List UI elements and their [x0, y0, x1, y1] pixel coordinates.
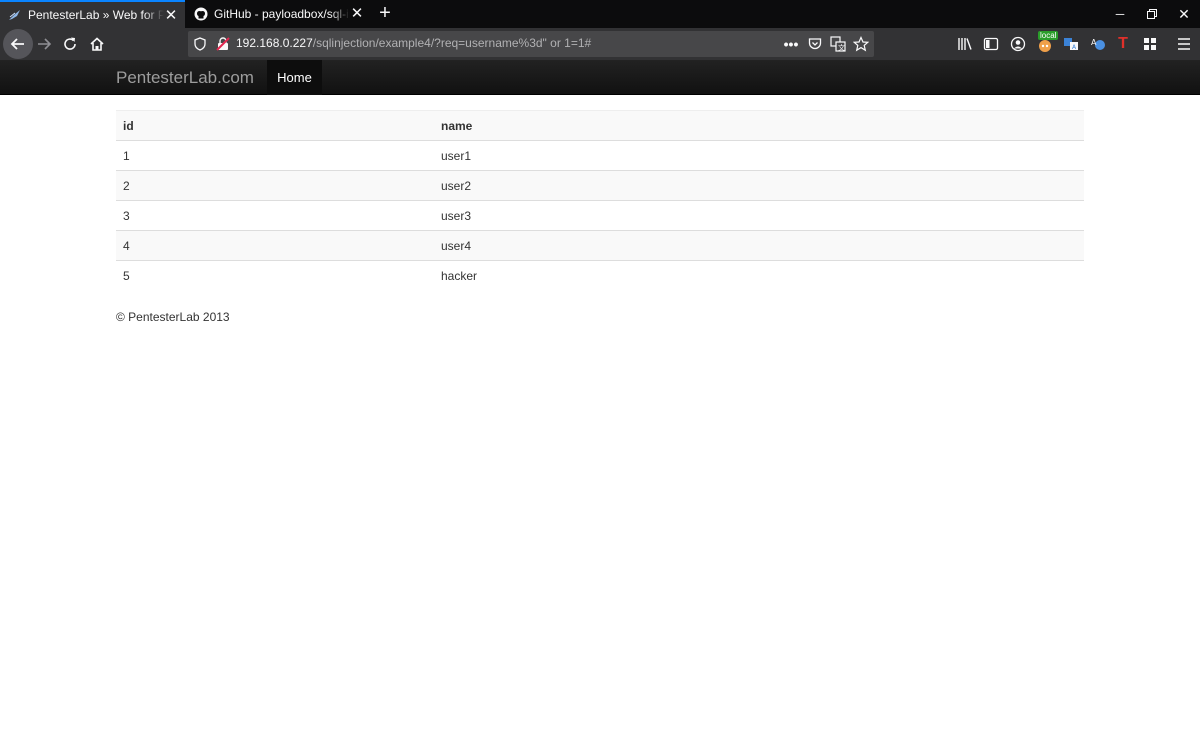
tab-pentesterlab[interactable]: PentesterLab » Web for Pentester ✕	[0, 0, 185, 28]
tab-title: GitHub - payloadbox/sql-injection-payloa…	[214, 7, 350, 21]
cell-name: user1	[434, 140, 1084, 171]
column-header-id: id	[116, 110, 434, 141]
site-brand[interactable]: PentesterLab.com	[116, 68, 254, 88]
cell-id: 5	[116, 260, 434, 291]
home-button[interactable]	[83, 30, 111, 58]
table-row: 2 user2	[116, 170, 1084, 201]
bookmark-star-icon[interactable]	[852, 35, 870, 53]
cell-id: 1	[116, 140, 434, 171]
svg-text:文: 文	[838, 43, 845, 52]
close-tab-icon[interactable]: ✕	[349, 5, 365, 22]
url-path: /sqlinjection/example4/?req=username%3d"…	[312, 36, 592, 50]
github-icon	[194, 7, 208, 21]
pocket-icon[interactable]	[806, 35, 824, 53]
t-extension-icon[interactable]: T	[1113, 34, 1133, 54]
cell-name: hacker	[434, 260, 1084, 291]
forward-button[interactable]	[30, 30, 58, 58]
account-icon[interactable]	[1008, 34, 1028, 54]
translate-icon[interactable]: 文	[829, 35, 847, 53]
table-row: 1 user1	[116, 140, 1084, 171]
tab-github[interactable]: GitHub - payloadbox/sql-injection-payloa…	[186, 0, 371, 28]
sidebar-icon[interactable]	[981, 34, 1001, 54]
back-button[interactable]	[3, 29, 33, 59]
column-header-name: name	[434, 110, 1084, 141]
close-window-icon[interactable]: ✕	[1168, 0, 1200, 28]
minimize-icon[interactable]: ─	[1104, 0, 1136, 28]
cell-id: 4	[116, 230, 434, 261]
insecure-lock-icon[interactable]	[214, 35, 232, 53]
new-tab-button[interactable]: +	[374, 3, 396, 25]
reload-button[interactable]	[56, 30, 84, 58]
tab-strip: PentesterLab » Web for Pentester ✕ GitHu…	[0, 0, 1200, 28]
translate-extension-icon[interactable]: A	[1088, 34, 1108, 54]
cell-name: user2	[434, 170, 1084, 201]
nav-home-link[interactable]: Home	[267, 60, 322, 95]
tracking-protection-icon[interactable]	[191, 35, 209, 53]
cell-id: 3	[116, 200, 434, 231]
table-row: 3 user3	[116, 200, 1084, 231]
results-table: id name 1 user1 2 user2 3 user3 4 user4 …	[116, 110, 1084, 291]
site-navbar: PentesterLab.com Home	[0, 60, 1200, 95]
url-bar[interactable]: 192.168.0.227/sqlinjection/example4/?req…	[188, 31, 874, 57]
table-row: 5 hacker	[116, 260, 1084, 291]
pentesterlab-icon	[8, 8, 22, 22]
cell-name: user4	[434, 230, 1084, 261]
extension-badge: local	[1038, 31, 1059, 40]
library-icon[interactable]	[955, 34, 975, 54]
restore-icon[interactable]	[1136, 0, 1168, 28]
tab-title: PentesterLab » Web for Pentester	[28, 8, 164, 22]
extensions-grid-icon[interactable]	[1140, 34, 1160, 54]
url-host: 192.168.0.227	[236, 36, 313, 50]
close-tab-icon[interactable]: ✕	[163, 7, 179, 24]
cell-id: 2	[116, 170, 434, 201]
table-row: 4 user4	[116, 230, 1084, 261]
navigation-toolbar: 192.168.0.227/sqlinjection/example4/?req…	[0, 28, 1200, 60]
url-text[interactable]: 192.168.0.227/sqlinjection/example4/?req…	[236, 36, 591, 50]
page-actions-icon[interactable]: •••	[782, 35, 800, 53]
footer-copyright: © PentesterLab 2013	[116, 310, 230, 324]
table-header-row: id name	[116, 110, 1084, 141]
menu-icon[interactable]	[1174, 34, 1194, 54]
cell-name: user3	[434, 200, 1084, 231]
svg-text:A: A	[1091, 38, 1097, 47]
translator-extension-icon[interactable]: A	[1061, 34, 1081, 54]
